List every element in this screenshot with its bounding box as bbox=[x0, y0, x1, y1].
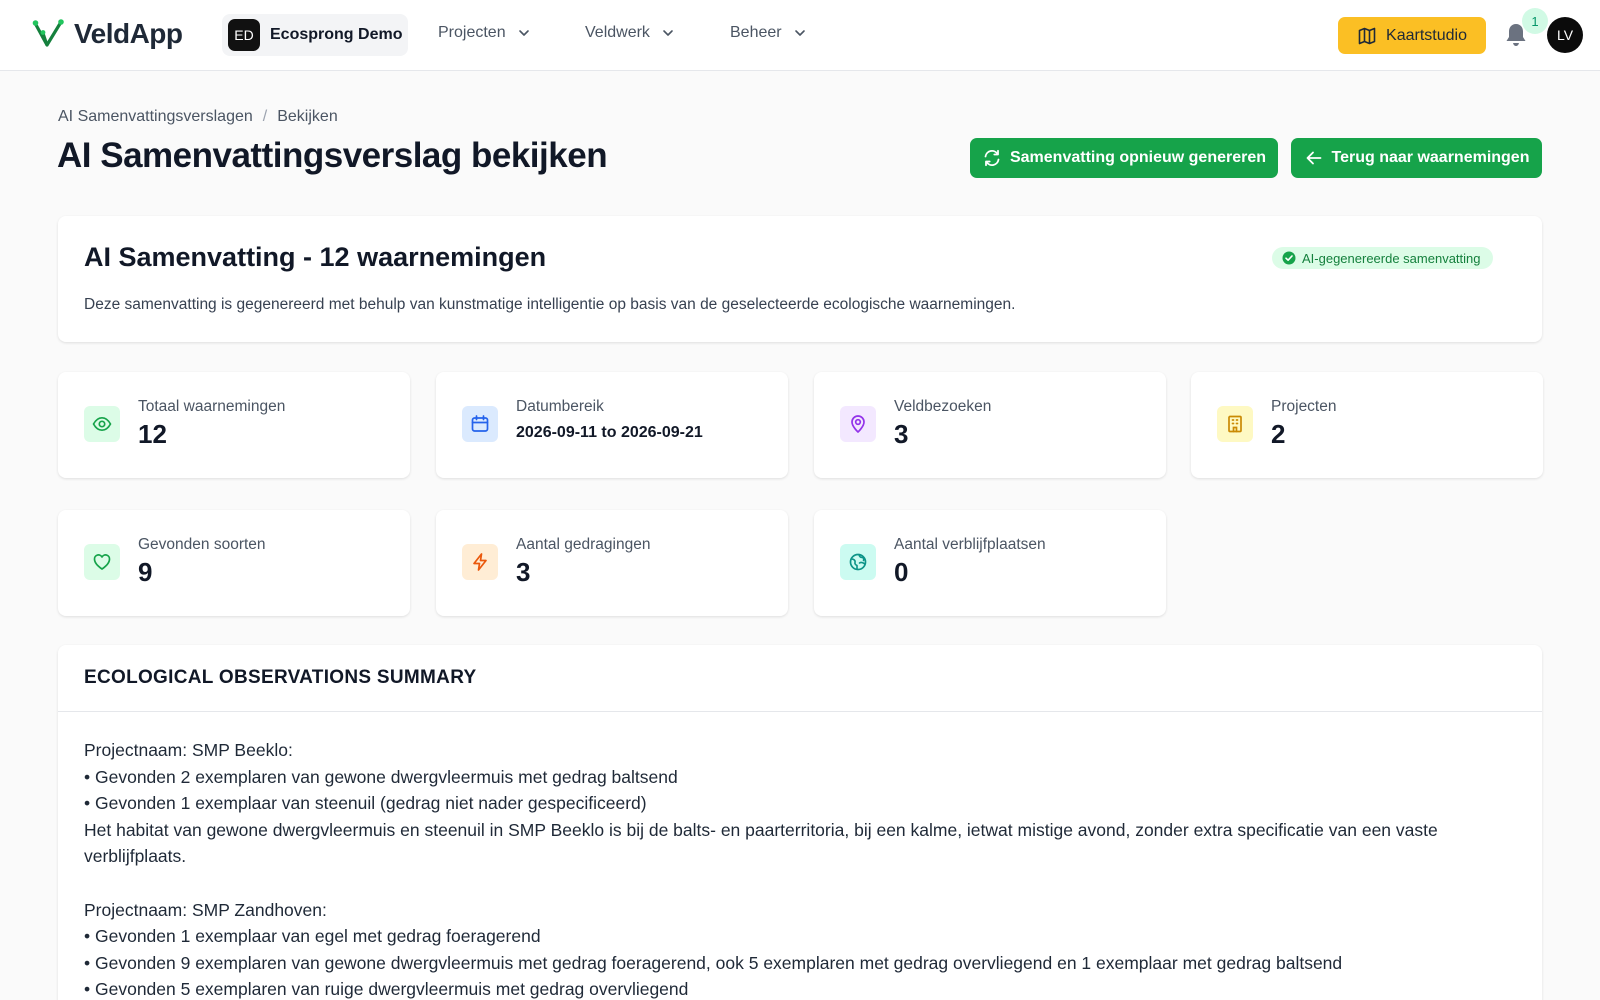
map-pin-icon bbox=[840, 406, 876, 442]
report-line: Projectnaam: SMP Beeklo: bbox=[84, 740, 293, 760]
back-to-observations-label: Terug naar waarnemingen bbox=[1331, 149, 1530, 166]
refresh-icon bbox=[984, 149, 1000, 167]
app-logo[interactable]: VeldApp bbox=[32, 18, 183, 50]
stat-value: 12 bbox=[138, 419, 167, 449]
breadcrumb-parent-link[interactable]: AI Samenvattingsverslagen bbox=[58, 108, 253, 126]
report-line: • Gevonden 1 exemplaar van steenuil (ged… bbox=[84, 793, 647, 814]
page-title: AI Samenvattingsverslag bekijken bbox=[57, 136, 608, 175]
report-line: • Gevonden 5 exemplaren van ruige dwergv… bbox=[84, 979, 689, 1000]
check-circle-icon bbox=[1282, 251, 1296, 265]
regenerate-summary-label: Samenvatting opnieuw genereren bbox=[1009, 149, 1267, 166]
report-card: ECOLOGICAL OBSERVATIONS SUMMARY Projectn… bbox=[58, 645, 1542, 1000]
ai-generated-badge: AI-gegenereerde samenvatting bbox=[1272, 247, 1493, 269]
summary-title: AI Samenvatting - 12 waarnemingen bbox=[84, 242, 547, 272]
notification-count-badge: 1 bbox=[1522, 8, 1548, 34]
nav-menu-beheer[interactable]: Beheer bbox=[730, 24, 808, 42]
breadcrumb-current: Bekijken bbox=[277, 108, 338, 125]
arrow-left-icon bbox=[1306, 151, 1321, 165]
chevron-down-icon bbox=[663, 30, 673, 36]
stat-card-total-observations: Totaal waarnemingen 12 bbox=[58, 372, 410, 478]
stat-card-species-found: Gevonden soorten 9 bbox=[58, 510, 410, 616]
stat-value: 9 bbox=[138, 557, 153, 587]
map-studio-label: Kaartstudio bbox=[1386, 26, 1467, 44]
stat-value: 2 bbox=[1271, 419, 1286, 449]
stat-value: 3 bbox=[516, 557, 531, 587]
stat-card-projects: Projecten 2 bbox=[1191, 372, 1543, 478]
stat-label: Datumbereik bbox=[516, 398, 604, 415]
nav-menu-projecten[interactable]: Projecten bbox=[438, 24, 532, 42]
report-body: Projectnaam: SMP Beeklo: • Gevonden 2 ex… bbox=[84, 737, 1504, 1000]
report-line: Projectnaam: SMP Zandhoven: bbox=[84, 899, 327, 920]
breadcrumb: AI Samenvattingsverslagen / Bekijken bbox=[58, 108, 338, 126]
user-avatar[interactable]: LV bbox=[1547, 17, 1583, 53]
building-icon bbox=[1217, 406, 1253, 442]
stat-label: Gevonden soorten bbox=[138, 536, 266, 553]
summary-card: AI Samenvatting - 12 waarnemingen AI-geg… bbox=[58, 216, 1542, 342]
nav-menu-label: Projecten bbox=[438, 24, 506, 41]
stat-label: Veldbezoeken bbox=[894, 398, 992, 415]
regenerate-summary-button[interactable]: Samenvatting opnieuw genereren bbox=[970, 138, 1278, 178]
back-to-observations-button[interactable]: Terug naar waarnemingen bbox=[1291, 138, 1542, 178]
globe-icon bbox=[840, 544, 876, 580]
ai-generated-badge-label: AI-gegenereerde samenvatting bbox=[1302, 250, 1481, 266]
stat-label: Projecten bbox=[1271, 398, 1337, 415]
report-line: • Gevonden 2 exemplaren van gewone dwerg… bbox=[84, 766, 678, 787]
report-line: • Gevonden 1 exemplaar van egel met gedr… bbox=[84, 926, 541, 947]
org-initials-badge: ED bbox=[228, 19, 260, 51]
report-header: ECOLOGICAL OBSERVATIONS SUMMARY bbox=[58, 645, 1542, 712]
summary-description: Deze samenvatting is gegenereerd met beh… bbox=[84, 296, 1016, 313]
stat-card-field-visits: Veldbezoeken 3 bbox=[814, 372, 1166, 478]
report-line: • Gevonden 9 exemplaren van gewone dwerg… bbox=[84, 952, 1343, 973]
org-name: Ecosprong Demo bbox=[270, 26, 403, 43]
eye-icon bbox=[84, 406, 120, 442]
stat-value: 3 bbox=[894, 419, 909, 449]
app-name: VeldApp bbox=[74, 18, 183, 49]
stat-value: 2026-09-11 to 2026-09-21 bbox=[516, 424, 703, 441]
nav-menu-label: Beheer bbox=[730, 24, 782, 41]
map-icon bbox=[1358, 27, 1376, 44]
stat-card-behaviours: Aantal gedragingen 3 bbox=[436, 510, 788, 616]
chevron-down-icon bbox=[794, 30, 805, 36]
top-navigation: VeldApp ED Ecosprong Demo Projecten Veld… bbox=[0, 0, 1600, 71]
lightning-icon bbox=[462, 544, 498, 580]
organization-switcher[interactable]: ED Ecosprong Demo bbox=[222, 14, 408, 56]
chevron-down-icon bbox=[518, 30, 529, 36]
stat-card-date-range: Datumbereik 2026-09-11 to 2026-09-21 bbox=[436, 372, 788, 478]
stat-value: 0 bbox=[894, 557, 909, 587]
stat-label: Aantal verblijfplaatsen bbox=[894, 536, 1046, 553]
nav-menu-label: Veldwerk bbox=[585, 24, 650, 41]
stat-label: Totaal waarnemingen bbox=[138, 398, 286, 415]
logo-mark-icon bbox=[32, 19, 64, 47]
breadcrumb-separator: / bbox=[262, 108, 268, 125]
heart-icon bbox=[84, 544, 120, 580]
nav-menu-veldwerk[interactable]: Veldwerk bbox=[585, 24, 676, 42]
map-studio-button[interactable]: Kaartstudio bbox=[1338, 17, 1486, 54]
report-line: Het habitat van gewone dwergvleermuis en… bbox=[84, 819, 1438, 867]
report-title: ECOLOGICAL OBSERVATIONS SUMMARY bbox=[84, 667, 477, 688]
stat-label: Aantal gedragingen bbox=[516, 536, 651, 553]
stat-card-roosts: Aantal verblijfplaatsen 0 bbox=[814, 510, 1166, 616]
calendar-icon bbox=[462, 406, 498, 442]
